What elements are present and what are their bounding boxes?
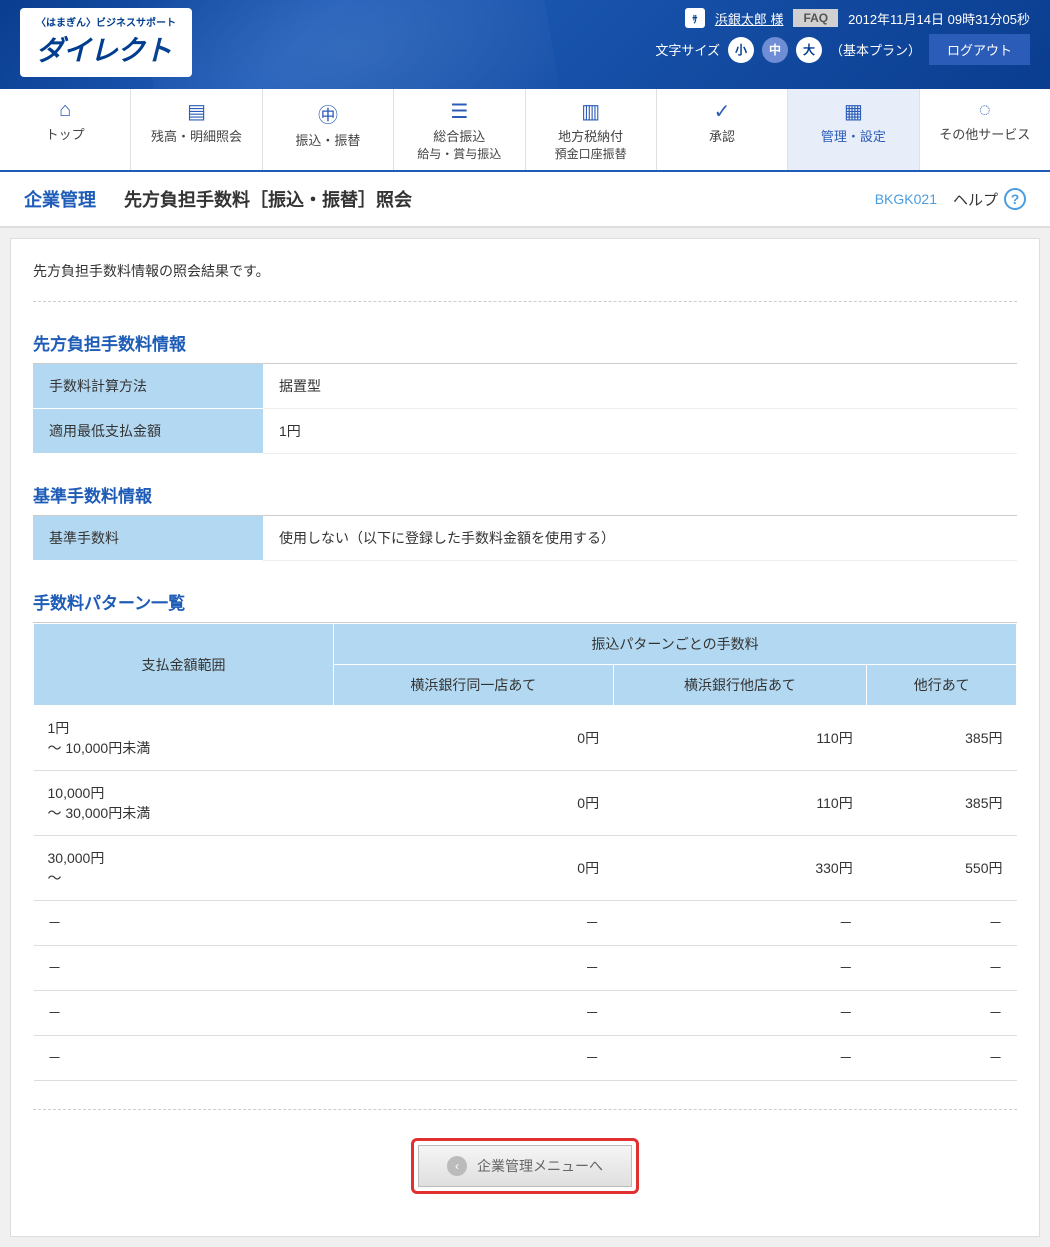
datetime: 2012年11月14日 09時31分05秒 — [848, 9, 1030, 28]
coins-icon: ☰ — [398, 99, 520, 124]
header: 〈はまぎん〉ビジネスサポート ダイレクト ｻ 浜銀太郎 様 FAQ 2012年1… — [0, 0, 1050, 89]
logo-subtitle: 〈はまぎん〉ビジネスサポート — [36, 14, 176, 29]
table-row: －－－－ — [34, 901, 1017, 946]
col-group: 振込パターンごとの手数料 — [334, 624, 1017, 665]
nav-transfer[interactable]: ㊥振込・振替 — [263, 89, 394, 170]
table-row: 手数料計算方法据置型 — [33, 364, 1017, 409]
action-row: ‹ 企業管理メニューへ — [33, 1109, 1017, 1214]
nav-approval[interactable]: ✓承認 — [657, 89, 788, 170]
home-icon: ⌂ — [4, 99, 126, 122]
table-row: 基準手数料使用しない（以下に登録した手数料金額を使用する） — [33, 516, 1017, 561]
description: 先方負担手数料情報の照会結果です。 — [33, 261, 1017, 302]
fee-pattern-table: 支払金額範囲 振込パターンごとの手数料 横浜銀行同一店あて 横浜銀行他店あて 他… — [33, 623, 1017, 1081]
category-label: 企業管理 — [24, 186, 96, 212]
building-icon: ▦ — [792, 99, 914, 124]
user-icon: ｻ — [685, 8, 705, 28]
section1-title: 先方負担手数料情報 — [33, 330, 1017, 364]
table-row: 30,000円 ～0円330円550円 — [34, 836, 1017, 901]
screen-code: BKGK021 — [875, 191, 937, 207]
nav-other[interactable]: ◌その他サービス — [920, 89, 1050, 170]
back-to-menu-button[interactable]: ‹ 企業管理メニューへ — [418, 1145, 632, 1187]
subheader: 企業管理 先方負担手数料［振込・振替］照会 BKGK021 ヘルプ? — [0, 172, 1050, 228]
circle-icon: ◌ — [924, 99, 1046, 122]
table-row: 適用最低支払金額1円 — [33, 409, 1017, 454]
col-range: 支払金額範囲 — [34, 624, 334, 706]
section3-title: 手数料パターン一覧 — [33, 589, 1017, 623]
document-icon: ▤ — [135, 99, 257, 124]
check-icon: ✓ — [661, 99, 783, 124]
col-same-branch: 横浜銀行同一店あて — [334, 665, 614, 706]
main-nav: ⌂トップ ▤残高・明細照会 ㊥振込・振替 ☰総合振込給与・賞与振込 ▥地方税納付… — [0, 89, 1050, 172]
nav-balance[interactable]: ▤残高・明細照会 — [131, 89, 262, 170]
font-size-small[interactable]: 小 — [728, 37, 754, 63]
faq-button[interactable]: FAQ — [793, 9, 838, 27]
table-row: 1円 ～ 10,000円未満0円110円385円 — [34, 706, 1017, 771]
nav-bulk-transfer[interactable]: ☰総合振込給与・賞与振込 — [394, 89, 525, 170]
bank-icon: ▥ — [530, 99, 652, 124]
nav-top[interactable]: ⌂トップ — [0, 89, 131, 170]
yen-icon: ㊥ — [267, 99, 389, 128]
col-other-branch: 横浜銀行他店あて — [613, 665, 867, 706]
logo[interactable]: 〈はまぎん〉ビジネスサポート ダイレクト — [20, 8, 192, 77]
font-size-medium[interactable]: 中 — [762, 37, 788, 63]
help-icon: ? — [1004, 188, 1026, 210]
chevron-left-icon: ‹ — [447, 1156, 467, 1176]
table-row: －－－－ — [34, 991, 1017, 1036]
table-row: －－－－ — [34, 946, 1017, 991]
nav-tax[interactable]: ▥地方税納付預金口座振替 — [526, 89, 657, 170]
base-fee-table: 基準手数料使用しない（以下に登録した手数料金額を使用する） — [33, 516, 1017, 561]
menu-button-highlight: ‹ 企業管理メニューへ — [411, 1138, 639, 1194]
section2-title: 基準手数料情報 — [33, 482, 1017, 516]
content-area: 先方負担手数料情報の照会結果です。 先方負担手数料情報 手数料計算方法据置型 適… — [0, 228, 1050, 1247]
nav-settings[interactable]: ▦管理・設定 — [788, 89, 919, 170]
help-link[interactable]: ヘルプ? — [953, 188, 1026, 210]
font-size-large[interactable]: 大 — [796, 37, 822, 63]
card: 先方負担手数料情報の照会結果です。 先方負担手数料情報 手数料計算方法据置型 適… — [10, 238, 1040, 1237]
fee-info-table: 手数料計算方法据置型 適用最低支払金額1円 — [33, 364, 1017, 454]
page-title: 先方負担手数料［振込・振替］照会 — [124, 186, 412, 212]
logout-button[interactable]: ログアウト — [929, 34, 1030, 65]
logo-main: ダイレクト — [36, 29, 176, 69]
plan-label: （基本プラン） — [830, 40, 921, 59]
col-other-bank: 他行あて — [867, 665, 1017, 706]
user-name-link[interactable]: 浜銀太郎 様 — [715, 9, 784, 28]
table-row: 10,000円 ～ 30,000円未満0円110円385円 — [34, 771, 1017, 836]
table-row: －－－－ — [34, 1036, 1017, 1081]
font-size-label: 文字サイズ — [655, 40, 720, 59]
